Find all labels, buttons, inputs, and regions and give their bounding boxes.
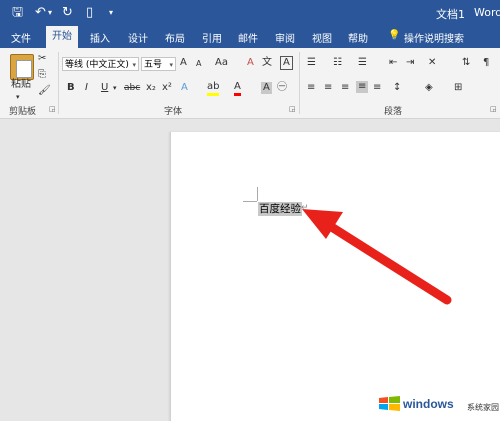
watermark-brand: windows — [403, 397, 454, 411]
arrow-shaft — [325, 221, 452, 305]
windows-logo-icon — [379, 396, 400, 411]
watermark-subtext: 系统家园 — [467, 403, 499, 412]
annotation-arrow — [302, 209, 452, 305]
